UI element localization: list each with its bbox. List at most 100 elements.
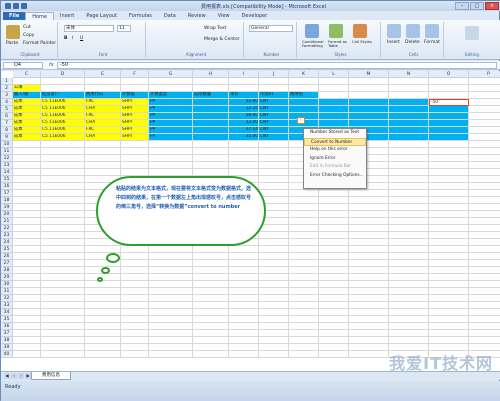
grid-cell[interactable] bbox=[121, 162, 149, 169]
grid-cell[interactable] bbox=[349, 309, 389, 316]
grid-cell[interactable] bbox=[289, 281, 319, 288]
grid-cell[interactable] bbox=[193, 253, 229, 260]
grid-cell[interactable] bbox=[85, 148, 121, 155]
grid-cell[interactable] bbox=[259, 155, 289, 162]
grid-cell[interactable]: CNY bbox=[259, 99, 289, 106]
tab-page-layout[interactable]: Page Layout bbox=[80, 12, 123, 20]
grid-cell[interactable] bbox=[429, 106, 469, 113]
grid-cell[interactable] bbox=[85, 351, 121, 358]
grid-cell[interactable] bbox=[149, 253, 193, 260]
tab-developer[interactable]: Developer bbox=[236, 12, 274, 20]
grid-cell[interactable] bbox=[349, 351, 389, 358]
grid-cell[interactable] bbox=[41, 232, 85, 239]
grid-cell[interactable] bbox=[85, 295, 121, 302]
grid-cell[interactable]: 35.00 bbox=[229, 134, 259, 141]
grid-cell[interactable] bbox=[289, 351, 319, 358]
grid-cell[interactable] bbox=[13, 225, 41, 232]
grid-cell[interactable] bbox=[149, 274, 193, 281]
row-header[interactable]: 31 bbox=[1, 288, 13, 295]
grid-cell[interactable] bbox=[121, 288, 149, 295]
grid-cell[interactable] bbox=[429, 155, 469, 162]
grid-cell[interactable] bbox=[41, 316, 85, 323]
grid-cell[interactable] bbox=[289, 106, 319, 113]
grid-cell[interactable] bbox=[429, 309, 469, 316]
bold-button[interactable]: B bbox=[64, 36, 67, 41]
grid-cell[interactable]: CHA bbox=[85, 134, 121, 141]
tab-home[interactable]: Home bbox=[25, 12, 54, 20]
grid-cell[interactable] bbox=[193, 134, 229, 141]
grid-cell[interactable] bbox=[349, 204, 389, 211]
grid-cell[interactable] bbox=[13, 211, 41, 218]
grid-cell[interactable] bbox=[319, 225, 349, 232]
grid-cell[interactable]: SHPT bbox=[121, 113, 149, 120]
row-header[interactable]: 15 bbox=[1, 176, 13, 183]
grid-cell[interactable] bbox=[85, 344, 121, 351]
grid-cell[interactable] bbox=[469, 99, 500, 106]
grid-cell[interactable] bbox=[349, 225, 389, 232]
grid-cell[interactable] bbox=[229, 351, 259, 358]
grid-cell[interactable]: PP bbox=[149, 134, 193, 141]
column-header[interactable]: E bbox=[85, 71, 121, 78]
grid-cell[interactable] bbox=[319, 218, 349, 225]
grid-cell[interactable] bbox=[13, 323, 41, 330]
grid-cell[interactable] bbox=[289, 239, 319, 246]
conditional-formatting-button[interactable]: Conditional Formatting bbox=[302, 40, 326, 48]
grid-cell[interactable] bbox=[229, 309, 259, 316]
grid-cell[interactable] bbox=[41, 337, 85, 344]
grid-cell[interactable] bbox=[121, 155, 149, 162]
grid-cell[interactable] bbox=[469, 225, 500, 232]
grid-cell[interactable] bbox=[319, 197, 349, 204]
grid-cell[interactable] bbox=[193, 141, 229, 148]
grid-cell[interactable] bbox=[349, 99, 389, 106]
redo-icon[interactable] bbox=[21, 3, 27, 9]
grid-cell[interactable] bbox=[319, 204, 349, 211]
grid-cell[interactable] bbox=[469, 155, 500, 162]
grid-cell[interactable] bbox=[429, 85, 469, 92]
grid-cell[interactable] bbox=[13, 78, 41, 85]
grid-cell[interactable] bbox=[319, 274, 349, 281]
grid-cell[interactable] bbox=[349, 337, 389, 344]
grid-cell[interactable] bbox=[193, 148, 229, 155]
grid-cell[interactable] bbox=[193, 302, 229, 309]
grid-cell[interactable] bbox=[85, 85, 121, 92]
row-header[interactable]: 34 bbox=[1, 309, 13, 316]
merge-center-button[interactable]: Merge & Center bbox=[204, 37, 240, 42]
grid-cell[interactable]: SHPT bbox=[121, 106, 149, 113]
grid-cell[interactable] bbox=[289, 344, 319, 351]
grid-cell[interactable] bbox=[429, 253, 469, 260]
grid-cell[interactable] bbox=[259, 330, 289, 337]
grid-cell[interactable] bbox=[389, 267, 429, 274]
grid-cell[interactable]: 58.00 bbox=[229, 113, 259, 120]
grid-cell[interactable] bbox=[319, 337, 349, 344]
grid-cell[interactable] bbox=[121, 302, 149, 309]
row-header[interactable]: 11 bbox=[1, 148, 13, 155]
grid-cell[interactable] bbox=[13, 141, 41, 148]
grid-cell[interactable]: FRC bbox=[85, 113, 121, 120]
grid-cell[interactable]: 计费类型 bbox=[149, 92, 193, 99]
tab-insert[interactable]: Insert bbox=[54, 12, 80, 20]
grid-cell[interactable] bbox=[85, 246, 121, 253]
grid-cell[interactable] bbox=[13, 176, 41, 183]
grid-cell[interactable] bbox=[121, 78, 149, 85]
grid-cell[interactable] bbox=[259, 351, 289, 358]
grid-cell[interactable] bbox=[41, 204, 85, 211]
grid-cell[interactable] bbox=[389, 162, 429, 169]
cell-styles-icon[interactable] bbox=[353, 24, 367, 38]
grid-cell[interactable] bbox=[85, 155, 121, 162]
grid-cell[interactable] bbox=[41, 344, 85, 351]
grid-cell[interactable] bbox=[41, 218, 85, 225]
grid-cell[interactable] bbox=[319, 78, 349, 85]
grid-cell[interactable] bbox=[319, 211, 349, 218]
grid-cell[interactable] bbox=[319, 99, 349, 106]
grid-cell[interactable]: CHA bbox=[85, 106, 121, 113]
column-header[interactable]: F bbox=[121, 71, 149, 78]
grid-cell[interactable] bbox=[41, 190, 85, 197]
grid-cell[interactable] bbox=[429, 78, 469, 85]
grid-cell[interactable] bbox=[289, 323, 319, 330]
context-menu-item[interactable]: Help on this error bbox=[304, 146, 366, 155]
prev-sheet-button[interactable]: ‹ bbox=[11, 373, 17, 379]
tab-review[interactable]: Review bbox=[182, 12, 212, 20]
row-header[interactable]: 13 bbox=[1, 162, 13, 169]
grid-cell[interactable] bbox=[13, 274, 41, 281]
grid-cell[interactable] bbox=[121, 246, 149, 253]
